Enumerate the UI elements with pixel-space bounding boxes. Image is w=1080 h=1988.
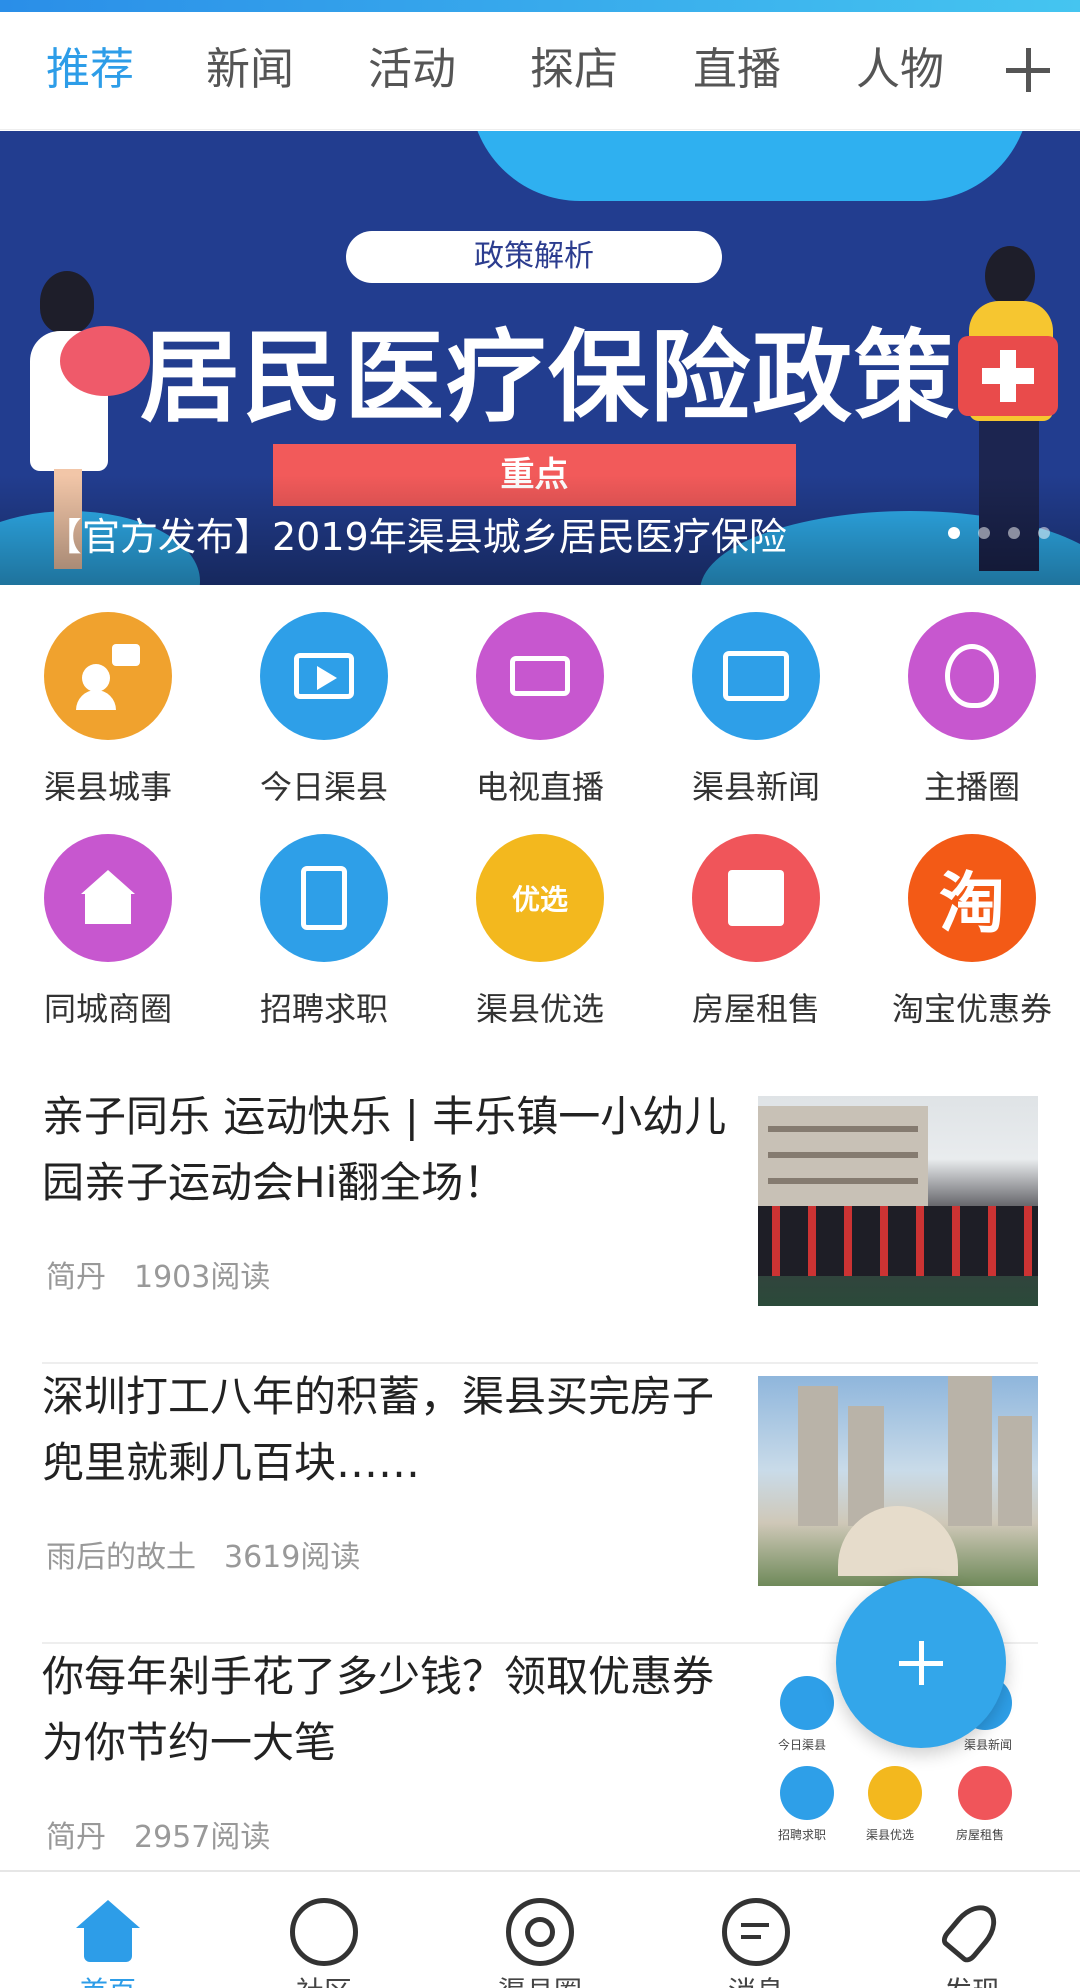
article-read-count: 2957阅读	[134, 1820, 271, 1855]
planet-icon	[506, 1898, 574, 1966]
carousel-dot[interactable]	[1008, 527, 1020, 539]
tab-store-visit[interactable]: 探店	[530, 48, 618, 92]
top-accent-strip	[0, 0, 1080, 12]
shortcut-anchor-circle[interactable]: 主播圈	[872, 612, 1072, 808]
banner-caption: 【官方发布】2019年渠县城乡居民医疗保险	[44, 515, 787, 559]
shortcut-label: 主播圈	[923, 768, 1020, 806]
community-icon	[290, 1898, 358, 1966]
tab-live[interactable]: 直播	[693, 48, 781, 92]
nav-label: 发现	[864, 1970, 1080, 1988]
article-title: 深圳打工八年的积蓄，渠县买完房子兜里就剩几百块……	[42, 1372, 715, 1487]
building-icon	[958, 1766, 1012, 1820]
shortcut-qu-county-select[interactable]: 优选 渠县优选	[440, 834, 640, 1030]
article-thumbnail	[758, 1376, 1038, 1586]
banner-carousel[interactable]: 政策解析 居民医疗保险政策 重点 【官方发布】2019年渠县城乡居民医疗保险	[0, 131, 1080, 585]
nav-discover[interactable]: 发现	[864, 1872, 1080, 1988]
tab-recommend[interactable]: 推荐	[46, 48, 134, 92]
thumb-label: 招聘求职	[778, 1828, 827, 1842]
rocket-icon	[938, 1895, 1006, 1967]
film-play-icon	[260, 612, 388, 740]
article-item[interactable]: 亲子同乐 运动快乐 | 丰乐镇一小幼儿园亲子运动会Hi翻全场！ 简丹 1903阅读	[42, 1084, 1038, 1364]
bottom-navigation: 首页 社区 渠县圈 消息 发现	[0, 1870, 1080, 1988]
medical-kit-icon	[958, 336, 1058, 416]
cloud-logo-icon: 优选	[476, 834, 604, 962]
carousel-indicator	[948, 527, 1050, 539]
taobao-glyph: 淘	[939, 865, 1005, 942]
article-meta: 简丹 2957阅读	[46, 1812, 270, 1856]
film-play-icon	[780, 1676, 834, 1730]
shortcut-qu-county-affairs[interactable]: 渠县城事	[8, 612, 208, 808]
cloud-logo-text: 优选	[511, 883, 569, 916]
piggy-bank-illustration	[60, 326, 150, 396]
tab-activities[interactable]: 活动	[368, 48, 456, 92]
tv-news-icon	[692, 612, 820, 740]
carousel-dot[interactable]	[1038, 527, 1050, 539]
article-thumbnail	[758, 1096, 1038, 1306]
nav-label: 渠县圈	[432, 1970, 648, 1988]
shortcut-housing[interactable]: 房屋租售	[656, 834, 856, 1030]
banner-cloud-decoration	[470, 131, 1030, 201]
article-author: 简丹	[46, 1820, 106, 1855]
shortcut-label: 房屋租售	[691, 990, 820, 1028]
clipboard-list-icon	[260, 834, 388, 962]
carousel-dot[interactable]	[948, 527, 960, 539]
carousel-dot[interactable]	[978, 527, 990, 539]
shortcut-label: 淘宝优惠券	[891, 990, 1052, 1028]
house-handshake-icon	[44, 834, 172, 962]
article-read-count: 1903阅读	[134, 1260, 271, 1295]
nav-home[interactable]: 首页	[0, 1872, 216, 1988]
clapperboard-icon	[476, 612, 604, 740]
banner-headline: 居民医疗保险政策	[140, 319, 956, 436]
shortcut-label: 渠县城事	[43, 768, 172, 806]
article-title: 你每年剁手花了多少钱？领取优惠券为你节约一大笔	[42, 1652, 715, 1767]
home-icon	[74, 1898, 142, 1966]
thumb-label: 房屋租售	[956, 1828, 1005, 1842]
article-title: 亲子同乐 运动快乐 | 丰乐镇一小幼儿园亲子运动会Hi翻全场！	[42, 1092, 727, 1207]
shortcut-local-business[interactable]: 同城商圈	[8, 834, 208, 1030]
thumb-label: 渠县优选	[866, 1828, 915, 1842]
shortcut-tv-live[interactable]: 电视直播	[440, 612, 640, 808]
article-meta: 简丹 1903阅读	[46, 1252, 270, 1296]
article-read-count: 3619阅读	[224, 1540, 361, 1575]
building-icon	[692, 834, 820, 962]
nav-messages[interactable]: 消息	[648, 1872, 864, 1988]
shortcut-today-qu-county[interactable]: 今日渠县	[224, 612, 424, 808]
shortcut-label: 招聘求职	[259, 990, 388, 1028]
nav-community[interactable]: 社区	[216, 1872, 432, 1988]
add-channel-icon[interactable]	[998, 40, 1058, 100]
nav-label: 消息	[648, 1970, 864, 1988]
shortcut-taobao-coupons[interactable]: 淘 淘宝优惠券	[872, 834, 1072, 1030]
article-meta: 雨后的故土 3619阅读	[46, 1532, 360, 1576]
channel-tab-bar: 推荐 新闻 活动 探店 直播 人物	[0, 12, 1080, 130]
article-author: 雨后的故土	[46, 1540, 196, 1575]
profile-swirl-icon	[908, 612, 1036, 740]
create-post-button[interactable]	[836, 1578, 1006, 1748]
thumb-label: 渠县新闻	[964, 1738, 1013, 1752]
shortcut-label: 今日渠县	[259, 768, 388, 806]
person-speech-icon	[44, 612, 172, 740]
banner-pill-label: 政策解析	[346, 231, 722, 283]
shortcut-jobs[interactable]: 招聘求职	[224, 834, 424, 1030]
taobao-icon: 淘	[908, 834, 1036, 962]
nav-qu-county-circle[interactable]: 渠县圈	[432, 1872, 648, 1988]
chat-bubble-icon	[722, 1898, 790, 1966]
cloud-logo-icon	[868, 1766, 922, 1820]
article-author: 简丹	[46, 1260, 106, 1295]
shortcut-label: 电视直播	[475, 768, 604, 806]
tab-news[interactable]: 新闻	[206, 48, 294, 92]
shortcut-label: 同城商圈	[43, 990, 172, 1028]
shortcut-label: 渠县新闻	[691, 768, 820, 806]
shortcut-qu-county-news[interactable]: 渠县新闻	[656, 612, 856, 808]
thumb-label: 今日渠县	[778, 1738, 827, 1752]
nav-label: 首页	[0, 1970, 216, 1988]
clipboard-list-icon	[780, 1766, 834, 1820]
nav-label: 社区	[216, 1970, 432, 1988]
shortcut-label: 渠县优选	[475, 990, 604, 1028]
tab-people[interactable]: 人物	[856, 48, 944, 92]
